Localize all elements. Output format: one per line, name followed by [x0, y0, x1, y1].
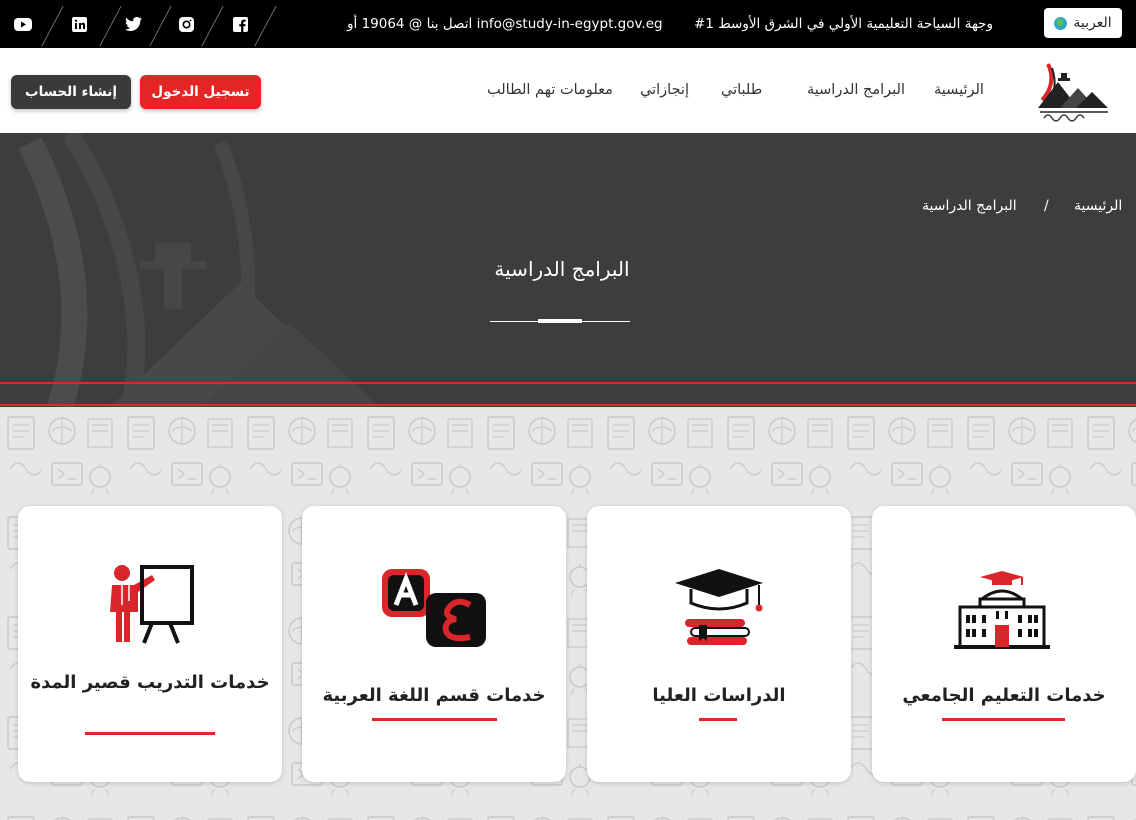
program-card-title: خدمات التدريب قصير المدة [30, 672, 270, 693]
title-divider-line [582, 321, 630, 322]
program-card-arabic-language[interactable]: خدمات قسم اللغة العربية [302, 506, 566, 782]
contact-info: اتصل بنا @ 19064 أو info@study-in-egypt.… [347, 16, 663, 32]
social-links [0, 0, 277, 48]
linkedin-icon[interactable] [68, 14, 90, 34]
separator [201, 6, 224, 46]
language-label: العربية [1073, 15, 1112, 31]
login-button[interactable]: تسجيل الدخول [140, 75, 261, 109]
program-card-postgraduate[interactable]: الدراسات العليا [587, 506, 851, 782]
site-logo[interactable] [1030, 58, 1114, 124]
arabic-letters-icon [382, 569, 486, 647]
hero-red-line [0, 382, 1136, 384]
program-card-title: خدمات قسم اللغة العربية [322, 685, 546, 706]
program-card-university-education[interactable]: خدمات التعليم الجامعي [872, 506, 1136, 782]
card-title-underline [942, 718, 1065, 721]
program-card-training[interactable]: خدمات التدريب قصير المدة [18, 506, 282, 782]
program-card-title: الدراسات العليا [652, 685, 786, 706]
breadcrumb-current: البرامج الدراسية [922, 198, 1017, 214]
main-navigation: إنشاء الحساب تسجيل الدخول معلومات تهم ال… [0, 48, 1136, 133]
program-card-title: خدمات التعليم الجامعي [902, 685, 1106, 706]
page-hero: الرئيسية / البرامج الدراسية البرامج الدر… [0, 133, 1136, 407]
nav-item-student-info[interactable]: معلومات تهم الطالب [487, 48, 613, 133]
slogan: #1 وجهة السياحة التعليمية الأولي في الشر… [694, 16, 994, 32]
card-title-underline [372, 718, 497, 721]
twitter-icon[interactable] [122, 14, 144, 34]
university-building-icon [954, 571, 1050, 649]
language-switcher[interactable]: العربية [1044, 8, 1122, 38]
trainer-board-icon [110, 565, 194, 644]
page-title: البرامج الدراسية [494, 257, 630, 281]
instagram-icon[interactable] [175, 14, 197, 34]
facebook-icon[interactable] [229, 14, 251, 34]
youtube-icon[interactable] [12, 14, 34, 34]
register-button[interactable]: إنشاء الحساب [11, 75, 131, 109]
breadcrumb-home[interactable]: الرئيسية [1074, 198, 1122, 218]
separator [99, 6, 122, 46]
programs-section: خدمات التدريب قصير المدة خدمات قسم اللغة… [0, 407, 1136, 820]
title-divider-line [490, 321, 538, 322]
breadcrumb-separator: / [1044, 198, 1049, 214]
separator [149, 6, 172, 46]
top-bar: اتصل بنا @ 19064 أو info@study-in-egypt.… [0, 0, 1136, 48]
separator [41, 6, 64, 46]
card-title-underline [85, 732, 215, 735]
nav-item-home[interactable]: الرئيسية [934, 48, 984, 133]
separator [254, 6, 277, 46]
nav-item-programs[interactable]: البرامج الدراسية [807, 48, 905, 133]
nav-item-my-requests[interactable]: طلباتي [721, 48, 762, 133]
title-divider-bar [538, 319, 582, 323]
card-title-underline [699, 718, 737, 721]
globe-icon [1054, 16, 1068, 30]
nav-item-achievements[interactable]: إنجازاتي [640, 48, 689, 133]
hero-red-line [0, 404, 1136, 406]
graduation-cap-books-icon [675, 569, 763, 645]
